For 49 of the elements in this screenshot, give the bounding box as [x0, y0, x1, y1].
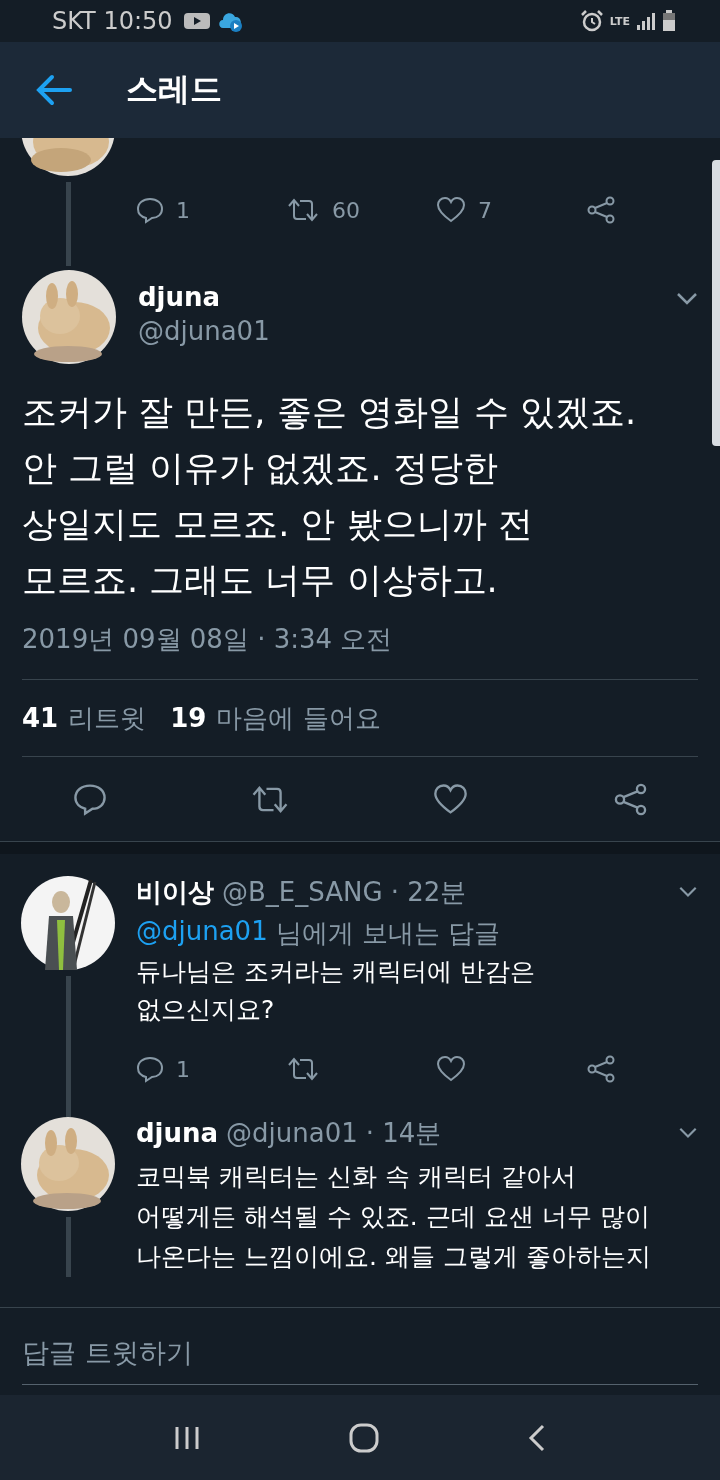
reply-icon[interactable] — [73, 782, 107, 816]
retweet-icon[interactable] — [286, 196, 320, 224]
status-time: SKT 10:50 — [52, 7, 173, 35]
stat-count: 19 — [170, 703, 207, 733]
chevron-down-icon[interactable] — [676, 292, 698, 306]
user-handle[interactable]: @djuna01 — [226, 1118, 358, 1148]
home-icon[interactable] — [348, 1421, 380, 1454]
tweet-time: · 14분 — [365, 1116, 442, 1150]
action-count: 1 — [176, 197, 190, 223]
chevron-down-icon[interactable] — [678, 1127, 698, 1139]
battery-icon — [662, 10, 676, 32]
reply-icon[interactable] — [136, 196, 164, 224]
user-name[interactable]: 비이상 — [136, 874, 214, 910]
stat-count: 41 — [22, 703, 59, 733]
stat-label[interactable]: 마음에 들어요 — [216, 700, 381, 736]
video-play-icon — [182, 11, 211, 31]
chevron-down-icon[interactable] — [678, 886, 698, 898]
share-icon[interactable] — [586, 196, 616, 224]
back-icon[interactable] — [526, 1422, 547, 1453]
signal-icon — [636, 11, 656, 31]
share-icon[interactable] — [612, 782, 648, 816]
tweet-timestamp: 2019년 09월 08일 · 3:34 오전 — [22, 623, 393, 656]
alarm-icon — [579, 9, 604, 33]
tweet-text: 코믹북 캐릭터는 신화 속 캐릭터 같아서 어떻게든 해석될 수 있죠. 근데 요샌 너무 많이 나온다는 느낌이에요. 왜들 그렇게 좋아하는지 — [136, 1161, 652, 1273]
action-count: 60 — [332, 197, 360, 223]
user-name[interactable]: djuna — [136, 1118, 219, 1148]
retweet-icon[interactable] — [286, 1055, 320, 1083]
user-handle[interactable]: @B_E_SANG — [222, 877, 383, 907]
tweet-text: 듀나님은 조커라는 캐릭터에 반감은 없으신지요? — [136, 956, 536, 1026]
reply-context: 님에게 보내는 답글 — [275, 917, 501, 950]
heart-icon[interactable] — [436, 1055, 466, 1083]
stat-label[interactable]: 리트윗 — [68, 700, 147, 736]
reply-icon[interactable] — [136, 1055, 164, 1083]
share-icon[interactable] — [586, 1055, 616, 1083]
heart-icon[interactable] — [436, 196, 466, 224]
user-name[interactable]: djuna — [138, 282, 654, 312]
heart-icon[interactable] — [432, 782, 468, 816]
scrollbar[interactable] — [712, 160, 720, 446]
action-count: 7 — [478, 197, 492, 223]
recent-apps-icon[interactable] — [173, 1424, 202, 1451]
tweet-time: · 22분 — [390, 875, 467, 909]
back-arrow-icon[interactable] — [36, 74, 72, 106]
mention-link[interactable]: @djuna01 — [136, 916, 268, 951]
tweet-text: 조커가 잘 만든, 좋은 영화일 수 있겠죠. 안 그럴 이유가 없겠죠. 정당한 상일지도 모르죠. 안 봤으니까 전 모르죠. 그래도 너무 이상하고. — [22, 391, 637, 602]
user-handle[interactable]: @djuna01 — [138, 316, 654, 346]
header-title: 스레드 — [126, 69, 222, 110]
action-count: 1 — [176, 1056, 190, 1082]
network-label: LTE — [609, 14, 630, 28]
reply-input-field[interactable]: 답글 트윗하기 — [22, 1318, 698, 1385]
